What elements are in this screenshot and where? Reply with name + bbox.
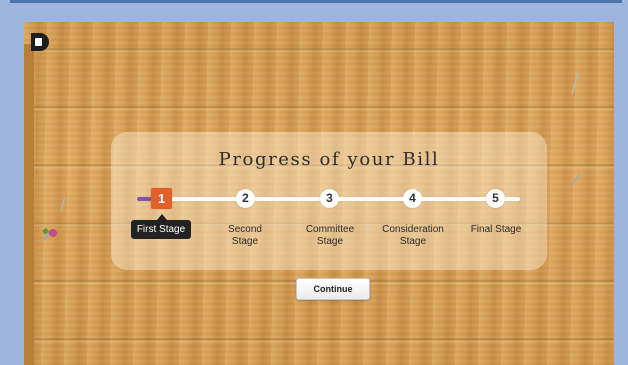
step-label-active: First Stage [131,214,191,239]
paperclip-icon [571,173,581,185]
step-node-2[interactable]: 2 [236,189,255,208]
step-node-4[interactable]: 4 [403,189,422,208]
pushpin-icon [41,227,57,242]
menu-icon[interactable] [31,33,49,51]
paperclip-icon [571,72,579,95]
step-label-4: Consideration Stage [382,224,444,247]
step-label-5: Final Stage [470,224,522,235]
left-edge-strip [24,44,34,365]
step-node-1[interactable]: 1 [151,188,172,209]
continue-button[interactable]: Continue [296,278,370,300]
paperclip-icon [60,196,66,212]
menu-icon-glyph [35,38,42,46]
step-label-3: Committee Stage [305,224,355,247]
step-node-5[interactable]: 5 [486,189,505,208]
panel-title: Progress of your Bill [218,149,440,170]
step-node-3[interactable]: 3 [320,189,339,208]
step-label-2: Second Stage [228,224,262,247]
